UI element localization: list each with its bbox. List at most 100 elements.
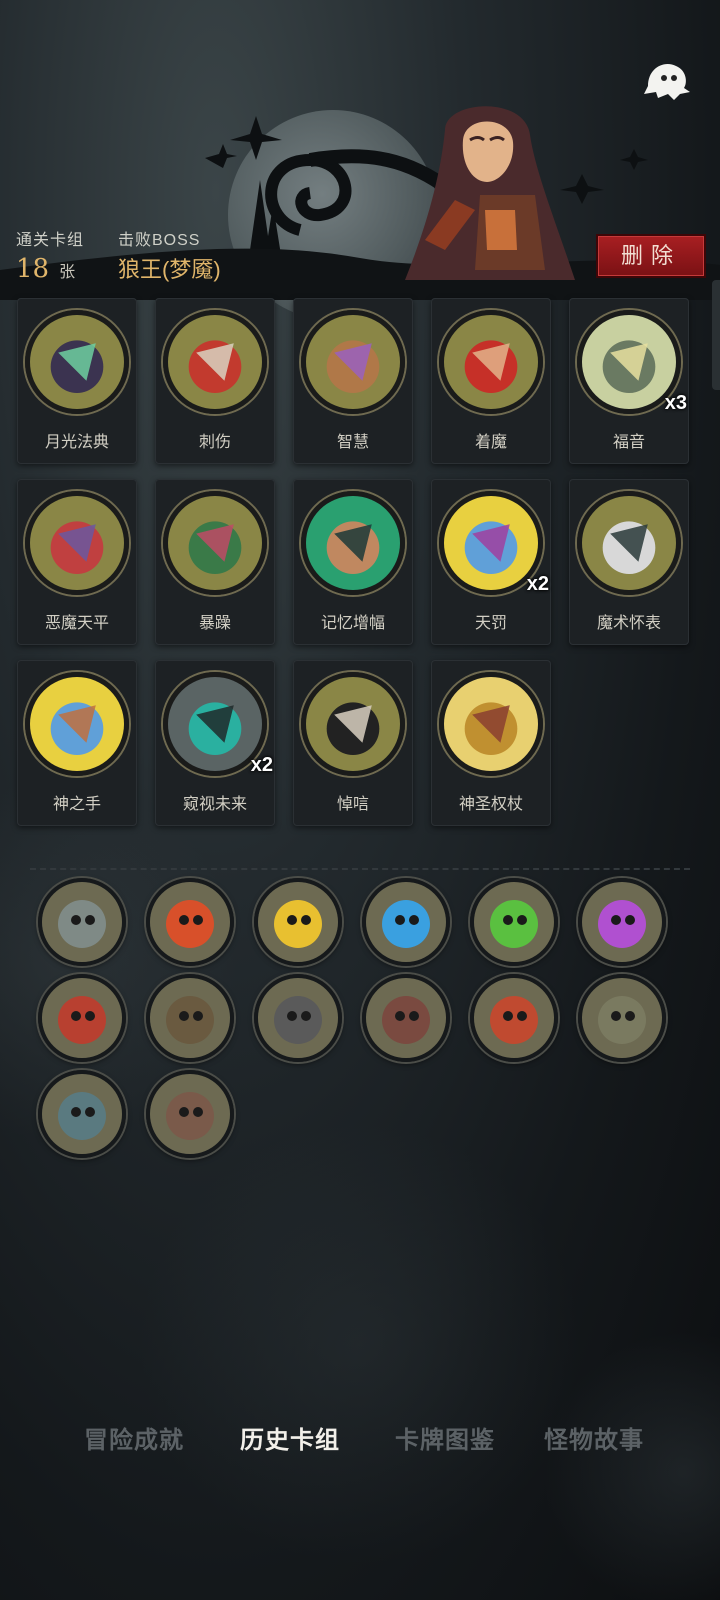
demon-scale-icon [30, 496, 124, 590]
skull-green-flame-icon [474, 882, 554, 962]
possessed-icon [444, 315, 538, 409]
deck-card[interactable]: 魔术怀表 [569, 479, 689, 645]
bottom-nav: 冒险成就 历史卡组 卡牌图鉴 怪物故事 [0, 1420, 720, 1470]
card-art [25, 672, 129, 776]
deck-card[interactable]: 智慧 [293, 298, 413, 464]
tab-adventure-achievements[interactable]: 冒险成就 [84, 1420, 184, 1455]
vampire-icon [366, 978, 446, 1058]
bleeding-arms-icon [150, 1074, 230, 1154]
red-shield-icon [42, 978, 122, 1058]
card-name: 福音 [612, 434, 645, 451]
card-hand-icon [42, 1074, 122, 1154]
card-name: 月光法典 [44, 434, 109, 451]
magic-pocket-watch-icon [582, 496, 676, 590]
skull-red-flame-icon [150, 882, 230, 962]
deck-card[interactable]: 悼唁 [293, 660, 413, 826]
deck-card[interactable]: 神圣权杖 [431, 660, 551, 826]
hand-of-god-icon [30, 677, 124, 771]
dagger-coins-icon [258, 978, 338, 1058]
card-name: 魔术怀表 [596, 615, 661, 632]
card-count-badge: x2 [526, 573, 549, 595]
card-art [301, 491, 405, 595]
deck-card[interactable]: 窥视未来 x2 [155, 660, 275, 826]
card-art [163, 310, 267, 414]
skull-red-flame-icon[interactable] [146, 878, 234, 966]
card-name: 神之手 [52, 796, 101, 813]
crescent-moon-icon [42, 882, 122, 962]
rage-ogre-icon [168, 496, 262, 590]
crescent-moon-icon[interactable] [38, 878, 126, 966]
bloody-blade-icon[interactable] [146, 974, 234, 1062]
card-name: 窥视未来 [182, 796, 247, 813]
side-drawer-handle[interactable] [712, 280, 720, 390]
mourning-nun-icon [306, 677, 400, 771]
hourglass-demon-icon [474, 978, 554, 1058]
preacher-icon [582, 978, 662, 1058]
stab-dagger-icon [168, 315, 262, 409]
delete-button[interactable]: 删除 [596, 234, 706, 278]
card-count-badge: x2 [250, 754, 273, 776]
card-name: 智慧 [336, 434, 369, 451]
gospel-cross-icon [582, 315, 676, 409]
red-shield-icon[interactable] [38, 974, 126, 1062]
hourglass-demon-icon[interactable] [470, 974, 558, 1062]
deck-stat: 通关卡组 18 张 [16, 226, 84, 284]
deck-count-label: 通关卡组 [16, 232, 85, 249]
card-name: 天罚 [474, 615, 507, 632]
card-art [439, 310, 543, 414]
deck-card[interactable]: 着魔 [431, 298, 551, 464]
tab-history-deck[interactable]: 历史卡组 [240, 1420, 340, 1455]
section-divider [30, 868, 690, 870]
card-name: 恶魔天平 [44, 615, 109, 632]
deck-card[interactable]: 记忆增幅 [293, 479, 413, 645]
deck-count-unit: 张 [59, 264, 76, 281]
deck-card[interactable]: 神之手 [17, 660, 137, 826]
card-art [301, 672, 405, 776]
skull-purple-flame-icon[interactable] [578, 878, 666, 966]
deck-count-value: 18 [16, 254, 50, 284]
skull-yellow-flame-icon [258, 882, 338, 962]
card-art [577, 491, 681, 595]
deck-card[interactable]: 福音 x3 [569, 298, 689, 464]
deck-card[interactable]: 天罚 x2 [431, 479, 551, 645]
deck-card[interactable]: 月光法典 [17, 298, 137, 464]
card-name: 刺伤 [198, 434, 231, 451]
boss-name: 狼王(梦魇) [118, 257, 221, 282]
card-count-badge: x3 [664, 392, 687, 414]
skull-purple-flame-icon [582, 882, 662, 962]
holy-scepter-icon [444, 677, 538, 771]
vampire-icon[interactable] [362, 974, 450, 1062]
boss-label: 击败BOSS [118, 232, 201, 249]
card-art [25, 310, 129, 414]
divine-lightning-icon [444, 496, 538, 590]
skull-blue-flame-icon [366, 882, 446, 962]
preacher-icon[interactable] [578, 974, 666, 1062]
skull-yellow-flame-icon[interactable] [254, 878, 342, 966]
card-name: 悼唁 [336, 796, 369, 813]
card-hand-icon[interactable] [38, 1070, 126, 1158]
tab-monster-stories[interactable]: 怪物故事 [544, 1420, 644, 1455]
bleeding-arms-icon[interactable] [146, 1070, 234, 1158]
card-art [163, 491, 267, 595]
skull-blue-flame-icon[interactable] [362, 878, 450, 966]
deck-card[interactable]: 刺伤 [155, 298, 275, 464]
hooded-hero-icon [405, 106, 575, 280]
card-name: 记忆增幅 [320, 615, 385, 632]
skull-green-flame-icon[interactable] [470, 878, 558, 966]
ghost-icon[interactable] [640, 56, 692, 104]
deck-card[interactable]: 恶魔天平 [17, 479, 137, 645]
wisdom-scholar-icon [306, 315, 400, 409]
card-art [439, 672, 543, 776]
bloody-blade-icon [150, 978, 230, 1058]
moonlight-tome-icon [30, 315, 124, 409]
card-name: 着魔 [474, 434, 507, 451]
card-art [301, 310, 405, 414]
card-name: 暴躁 [198, 615, 231, 632]
future-sight-staff-icon [168, 677, 262, 771]
dagger-coins-icon[interactable] [254, 974, 342, 1062]
card-art [25, 491, 129, 595]
card-name: 神圣权杖 [458, 796, 523, 813]
tab-card-gallery[interactable]: 卡牌图鉴 [395, 1420, 495, 1455]
deck-card[interactable]: 暴躁 [155, 479, 275, 645]
memory-brain-icon [306, 496, 400, 590]
